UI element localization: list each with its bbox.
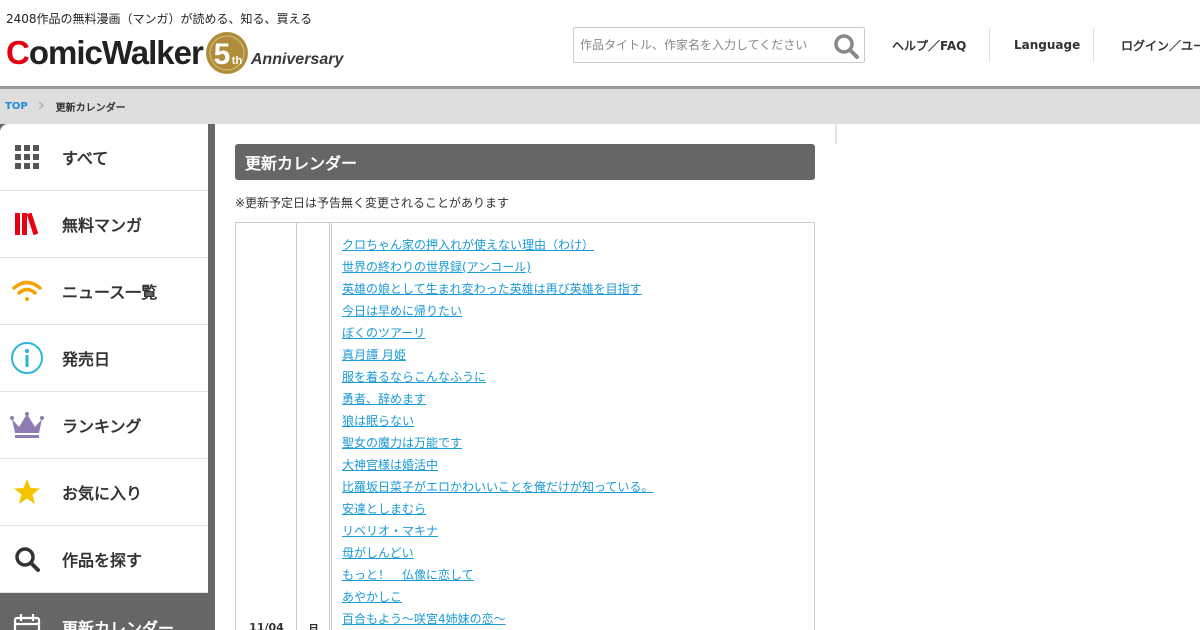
- sidebar-menu: すべて 無料マンガ ニュース一覧 発売日 ランキング お気に入り 作品を探す 更…: [0, 124, 208, 630]
- list-item: 世界の終わりの世界録(アンコール): [342, 256, 653, 278]
- sidebar-item-free-manga[interactable]: 無料マンガ: [0, 191, 208, 258]
- books-icon: [0, 191, 54, 258]
- title-link[interactable]: 安達としまむら: [342, 502, 426, 516]
- calendar-icon: [0, 593, 54, 630]
- title-link[interactable]: 服を着るならこんなふうに: [342, 370, 486, 384]
- calendar-date: 11/04: [249, 621, 284, 630]
- list-item: 母がしんどい: [342, 542, 653, 564]
- title-link[interactable]: 世界の終わりの世界録(アンコール): [342, 260, 531, 274]
- list-item: あやかしこ: [342, 586, 653, 608]
- nav-divider: [1093, 28, 1094, 62]
- list-item: 比羅坂日菜子がエロかわいいことを俺だけが知っている。: [342, 476, 653, 498]
- grid-icon: [0, 124, 54, 191]
- sidebar-item-label: ニュース一覧: [62, 283, 158, 302]
- title-link[interactable]: 英雄の娘として生まれ変わった英雄は再び英雄を目指す: [342, 282, 642, 296]
- search-icon: [834, 34, 859, 59]
- list-item: 狼は眠らない: [342, 410, 653, 432]
- list-item: ぼくのツアーリ: [342, 322, 653, 344]
- wifi-icon: [0, 258, 54, 325]
- list-item: 聖女の魔力は万能です: [342, 432, 653, 454]
- language-link[interactable]: Language: [1014, 28, 1080, 62]
- help-link[interactable]: ヘルプ／FAQ: [892, 28, 966, 62]
- svg-text:th: th: [232, 55, 243, 67]
- nav-divider: [989, 28, 990, 62]
- list-item: リベリオ・マキナ: [342, 520, 653, 542]
- search-box: [573, 27, 865, 63]
- sidebar-item-label: ランキング: [62, 417, 142, 436]
- breadcrumb-separator-icon: [38, 101, 44, 113]
- info-icon: [0, 325, 54, 392]
- sidebar-item-label: 無料マンガ: [62, 216, 143, 235]
- site-tagline: 2408作品の無料漫画（マンガ）が読める、知る、買える: [6, 12, 313, 26]
- title-link[interactable]: 勇者、辞めます: [342, 392, 426, 406]
- login-link[interactable]: ログイン／ユーザー登録: [1121, 28, 1200, 62]
- title-link[interactable]: 狼は眠らない: [342, 414, 414, 428]
- sidebar-item-label: 更新カレンダー: [62, 618, 175, 630]
- anniversary-badge: 5 th: [205, 31, 249, 75]
- list-item: 服を着るならこんなふうに: [342, 366, 653, 388]
- sidebar-item-favorites[interactable]: お気に入り: [0, 459, 208, 526]
- title-link[interactable]: 聖女の魔力は万能です: [342, 436, 462, 450]
- sidebar-item-label: 作品を探す: [62, 551, 143, 570]
- list-item: 百合もよう～咲宮4姉妹の恋～: [342, 608, 653, 630]
- search-input[interactable]: [574, 28, 824, 62]
- sidebar-item-release-date[interactable]: 発売日: [0, 325, 208, 392]
- star-icon: [0, 459, 54, 526]
- list-item: 英雄の娘として生まれ変わった英雄は再び英雄を目指す: [342, 278, 653, 300]
- list-item: 勇者、辞めます: [342, 388, 653, 410]
- sidebar: すべて 無料マンガ ニュース一覧 発売日 ランキング お気に入り 作品を探す 更…: [0, 124, 215, 630]
- sidebar-item-ranking[interactable]: ランキング: [0, 392, 208, 459]
- breadcrumb: TOP 更新カレンダー: [0, 89, 1200, 124]
- crown-icon: [0, 392, 54, 459]
- title-link[interactable]: ぼくのツアーリ: [342, 326, 425, 340]
- calendar-cell-divider: [330, 223, 332, 630]
- breadcrumb-current: 更新カレンダー: [55, 103, 126, 114]
- sidebar-item-label: すべて: [62, 149, 109, 168]
- title-list: クロちゃん家の押入れが使えない理由（わけ） 世界の終わりの世界録(アンコール) 英雄…: [342, 234, 653, 630]
- page-title: 更新カレンダー: [235, 144, 815, 180]
- column-divider: [835, 124, 837, 144]
- main-content: 更新カレンダー ※更新予定日は予告無く変更されることがあります 11/04 月 …: [235, 144, 815, 630]
- list-item: 真月譚 月姫: [342, 344, 653, 366]
- list-item: 大神官様は婚活中: [342, 454, 653, 476]
- site-logo[interactable]: ComicWalker 5 th Anniversary: [6, 30, 343, 76]
- title-link[interactable]: もっと！ 仏像に恋して: [342, 568, 474, 582]
- search-button[interactable]: [832, 32, 860, 60]
- logo-wordmark: ComicWalker: [6, 34, 204, 71]
- calendar-weekday-cell: [297, 223, 330, 630]
- schedule-note: ※更新予定日は予告無く変更されることがあります: [235, 196, 510, 210]
- title-link[interactable]: リベリオ・マキナ: [342, 524, 438, 538]
- calendar-table: 11/04 月 クロちゃん家の押入れが使えない理由（わけ） 世界の終わりの世界録(…: [235, 222, 815, 630]
- title-link[interactable]: 今日は早めに帰りたい: [342, 304, 462, 318]
- sidebar-item-search[interactable]: 作品を探す: [0, 526, 208, 593]
- title-link[interactable]: クロちゃん家の押入れが使えない理由（わけ）: [342, 238, 594, 252]
- list-item: クロちゃん家の押入れが使えない理由（わけ）: [342, 234, 653, 256]
- search-icon: [0, 526, 54, 593]
- sidebar-item-label: 発売日: [62, 350, 111, 369]
- list-item: もっと！ 仏像に恋して: [342, 564, 653, 586]
- title-link[interactable]: 比羅坂日菜子がエロかわいいことを俺だけが知っている。: [342, 480, 653, 494]
- anniversary-text: Anniversary: [250, 51, 344, 68]
- title-link[interactable]: 母がしんどい: [342, 546, 414, 560]
- list-item: 安達としまむら: [342, 498, 653, 520]
- svg-text:5: 5: [214, 38, 231, 71]
- breadcrumb-top-link[interactable]: TOP: [5, 101, 28, 112]
- title-link[interactable]: 真月譚 月姫: [342, 348, 406, 362]
- calendar-date-cell: [236, 223, 297, 630]
- title-link[interactable]: 大神官様は婚活中: [342, 458, 438, 472]
- calendar-weekday: 月: [308, 623, 319, 630]
- sidebar-item-all[interactable]: すべて: [0, 124, 208, 191]
- title-link[interactable]: あやかしこ: [342, 590, 402, 604]
- title-link[interactable]: 百合もよう～咲宮4姉妹の恋～: [342, 612, 506, 626]
- sidebar-item-label: お気に入り: [62, 484, 143, 503]
- sidebar-item-calendar[interactable]: 更新カレンダー: [0, 593, 208, 630]
- page: 2408作品の無料漫画（マンガ）が読める、知る、買える ComicWalker …: [0, 0, 1200, 630]
- site-header: 2408作品の無料漫画（マンガ）が読める、知る、買える ComicWalker …: [0, 0, 1200, 86]
- list-item: 今日は早めに帰りたい: [342, 300, 653, 322]
- sidebar-item-news[interactable]: ニュース一覧: [0, 258, 208, 325]
